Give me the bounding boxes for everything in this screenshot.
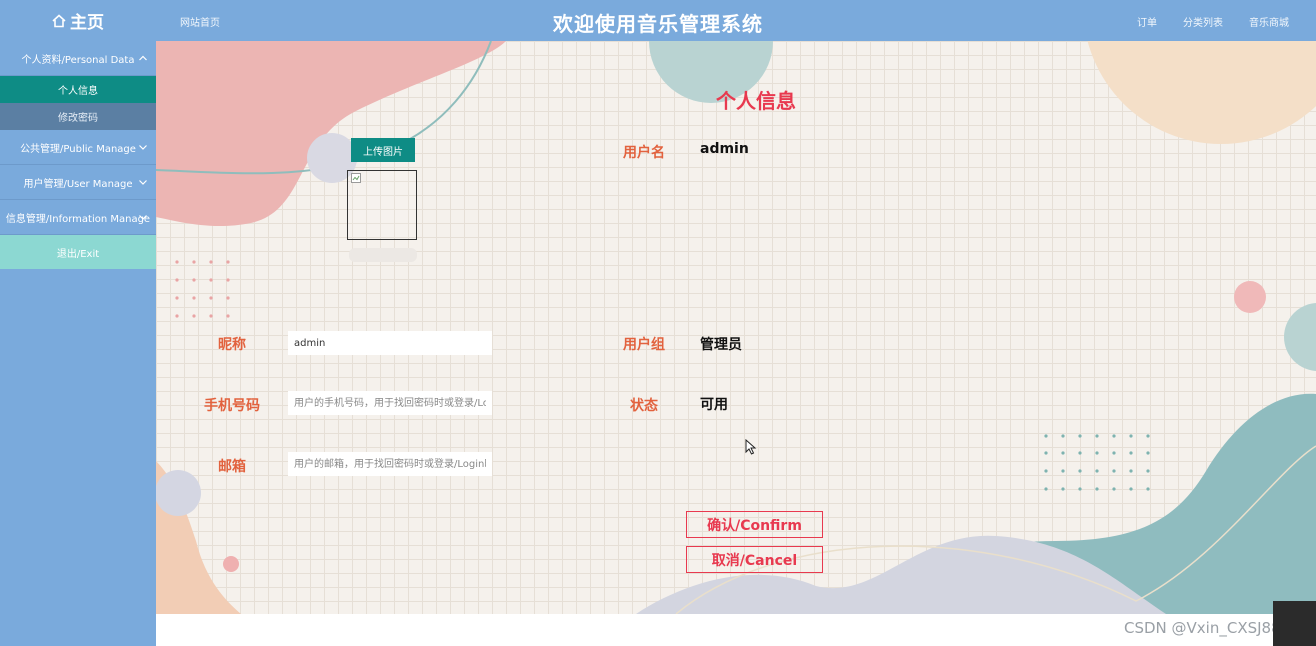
menu-personal-data[interactable]: 个人资料/Personal Data (0, 41, 156, 76)
nav-music-store[interactable]: 音乐商城 (1249, 14, 1289, 29)
chevron-up-icon (139, 55, 147, 61)
sidebar-item-profile[interactable]: 个人信息 (0, 76, 156, 103)
sidebar-item-exit[interactable]: 退出/Exit (0, 235, 156, 269)
phone-input[interactable] (288, 391, 492, 415)
email-input[interactable] (288, 452, 492, 476)
chevron-down-icon (139, 145, 147, 150)
broken-image-icon (351, 173, 361, 183)
brand-label: 主页 (70, 13, 104, 33)
menu-public-manage[interactable]: 公共管理/Public Manage (0, 130, 156, 165)
sidebar-item-profile-label: 个人信息 (58, 86, 98, 97)
cancel-button[interactable]: 取消/Cancel (686, 546, 823, 573)
top-header: 主页 网站首页 欢迎使用音乐管理系统 订单 分类列表 音乐商城 (0, 0, 1316, 41)
menu-information-manage[interactable]: 信息管理/Information Manage (0, 200, 156, 235)
nickname-input[interactable] (288, 331, 492, 355)
avatar-placeholder-bar (349, 248, 417, 262)
menu-information-manage-label: 信息管理/Information Manage (5, 213, 151, 225)
home-icon (52, 13, 66, 27)
menu-public-manage-label: 公共管理/Public Manage (20, 143, 136, 155)
email-label: 邮箱 (218, 459, 246, 475)
usergroup-label: 用户组 (623, 337, 665, 353)
sidebar: 个人资料/Personal Data 个人信息 修改密码 公共管理/Public… (0, 41, 156, 646)
menu-user-manage-label: 用户管理/User Manage (23, 178, 133, 190)
chevron-down-icon (139, 180, 147, 185)
nav-category-list[interactable]: 分类列表 (1183, 14, 1223, 29)
username-value: admin (700, 141, 749, 157)
phone-label: 手机号码 (204, 398, 260, 414)
home-link[interactable]: 网站首页 (180, 14, 220, 29)
nav-orders[interactable]: 订单 (1137, 14, 1157, 29)
menu-user-manage[interactable]: 用户管理/User Manage (0, 165, 156, 200)
username-label: 用户名 (623, 145, 665, 161)
corner-widget[interactable] (1273, 601, 1316, 646)
mouse-cursor-icon (745, 439, 757, 455)
confirm-button[interactable]: 确认/Confirm (686, 511, 823, 538)
brand-home[interactable]: 主页 (0, 0, 156, 41)
avatar-image (347, 170, 417, 240)
sidebar-item-exit-label: 退出/Exit (56, 248, 100, 260)
main-content: 个人信息 上传图片 用户名 admin 用户组 管理员 状态 可用 昵称 手机号… (156, 41, 1316, 614)
usergroup-value: 管理员 (700, 337, 742, 353)
upload-image-button[interactable]: 上传图片 (351, 138, 415, 162)
chevron-down-icon (139, 215, 147, 220)
watermark-text: CSDN @Vxin_CXSJ881 (1124, 619, 1291, 637)
page-title: 个人信息 (716, 89, 796, 113)
nickname-label: 昵称 (218, 337, 246, 353)
sidebar-item-change-password[interactable]: 修改密码 (0, 103, 156, 130)
status-value: 可用 (700, 397, 728, 413)
sidebar-item-change-password-label: 修改密码 (58, 113, 98, 124)
status-label: 状态 (630, 398, 658, 414)
menu-personal-data-label: 个人资料/Personal Data (21, 54, 135, 66)
